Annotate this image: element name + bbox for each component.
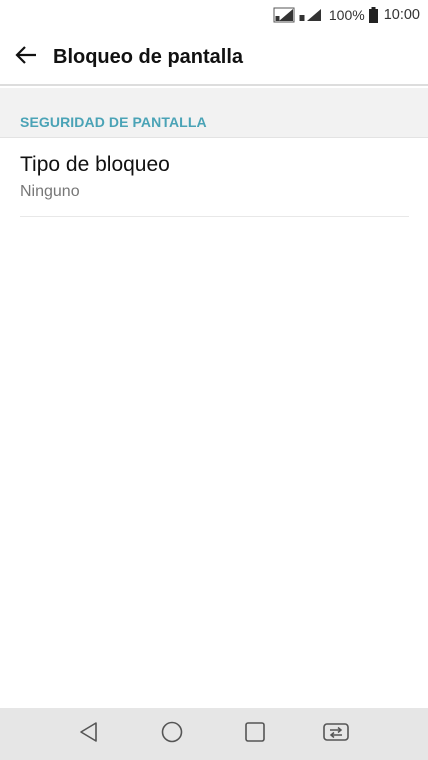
home-circle-icon — [160, 720, 184, 749]
list-item-title: Tipo de bloqueo — [20, 153, 170, 176]
dual-window-icon — [322, 720, 350, 749]
sim1-signal-icon — [273, 7, 295, 23]
battery-icon — [368, 7, 378, 23]
status-bar: 100% 10:00 — [0, 0, 428, 30]
nav-recents-button[interactable] — [225, 708, 285, 760]
nav-back-button[interactable] — [59, 708, 119, 760]
list-item-subtitle: Ninguno — [20, 183, 80, 200]
recents-square-icon — [243, 720, 267, 749]
lock-type-item[interactable]: Tipo de bloqueo Ninguno — [20, 138, 409, 217]
clock: 10:00 — [383, 7, 420, 23]
navigation-bar — [0, 708, 428, 760]
sim2-signal-icon — [299, 7, 323, 23]
settings-content: SEGURIDAD DE PANTALLA Tipo de bloqueo Ni… — [0, 88, 428, 217]
page-title: Bloqueo de pantalla — [53, 45, 244, 68]
nav-dual-window-button[interactable] — [306, 708, 366, 760]
nav-home-button[interactable] — [142, 708, 202, 760]
app-bar: Bloqueo de pantalla — [0, 30, 428, 86]
section-header: SEGURIDAD DE PANTALLA — [0, 88, 428, 138]
back-triangle-icon — [78, 720, 100, 749]
arrow-left-icon — [15, 45, 37, 70]
battery-percent: 100% — [328, 7, 365, 23]
back-button[interactable] — [0, 29, 52, 85]
